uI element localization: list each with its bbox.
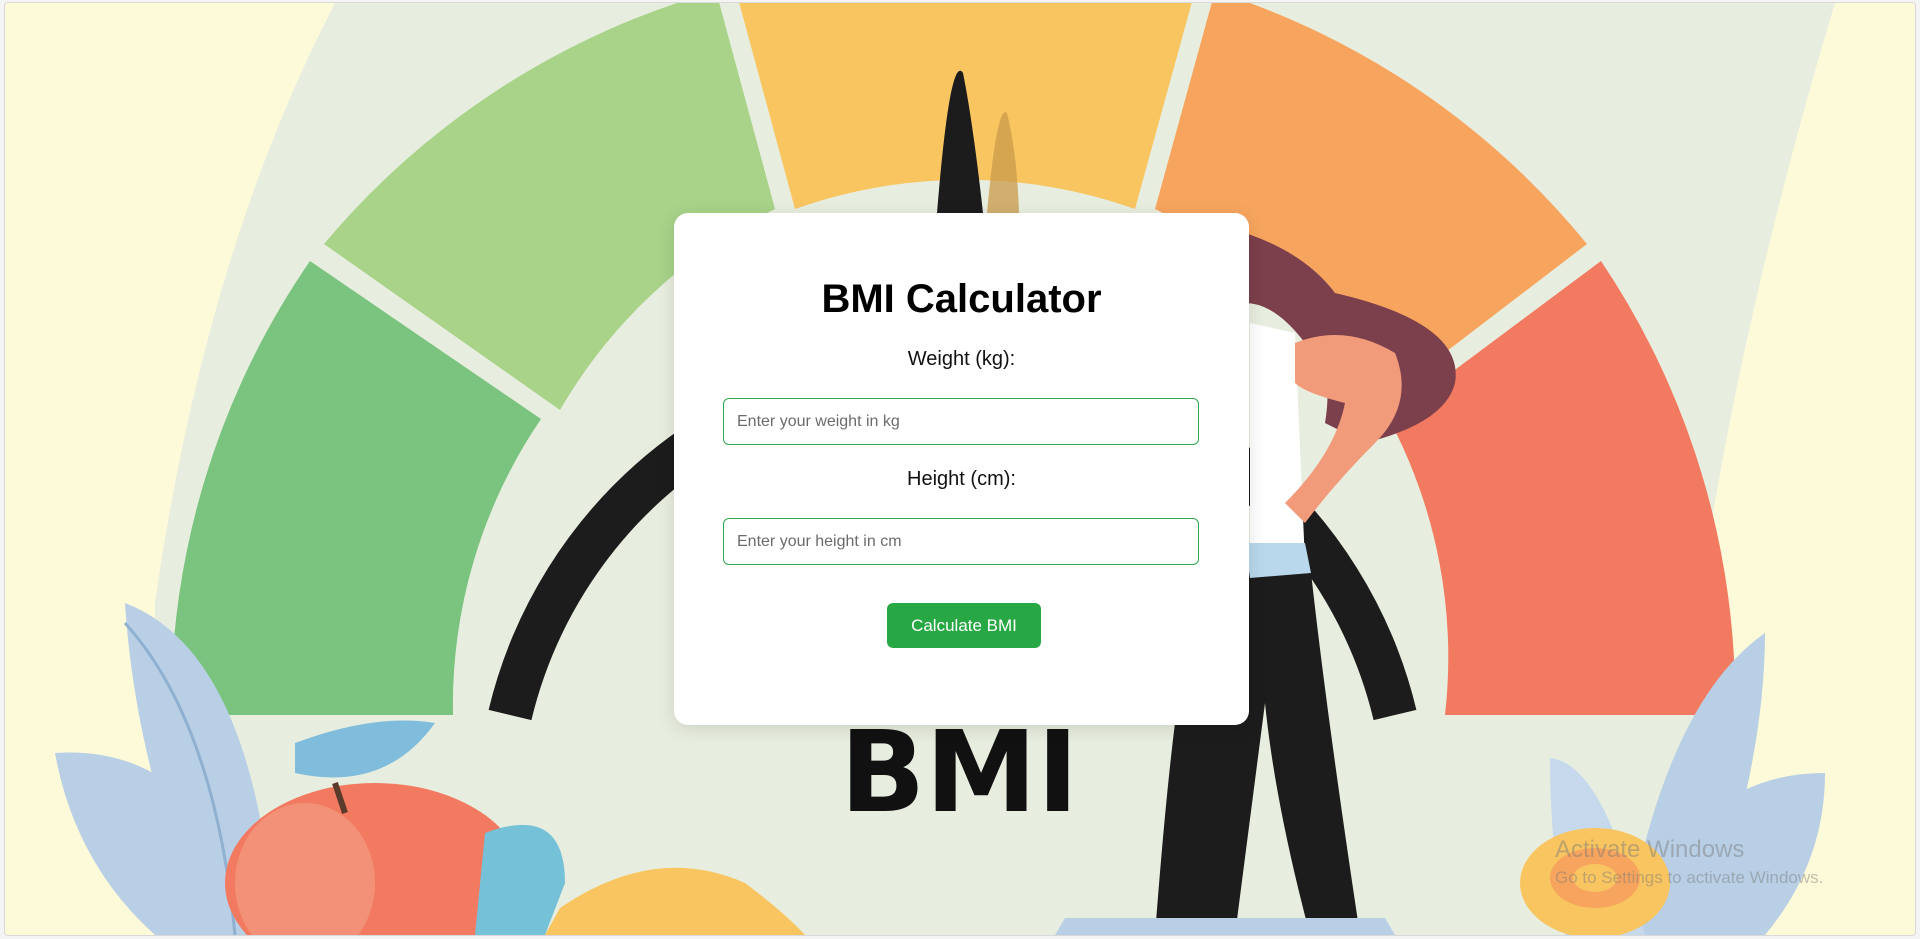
page-title: BMI Calculator bbox=[821, 277, 1102, 321]
bmi-background-text: BMI bbox=[840, 708, 1079, 838]
weight-label: Weight (kg): bbox=[907, 348, 1016, 370]
browser-viewport: BMI BMI Calculator Weight (kg): Height (… bbox=[4, 2, 1916, 936]
weight-input[interactable] bbox=[723, 398, 1199, 445]
height-input[interactable] bbox=[723, 518, 1199, 565]
watermark-title: Activate Windows bbox=[1555, 836, 1745, 863]
height-label: Height (cm): bbox=[907, 468, 1016, 490]
windows-activation-watermark: Activate Windows Go to Settings to activ… bbox=[1555, 836, 1823, 888]
bmi-calculator-card: BMI Calculator Weight (kg): Height (cm):… bbox=[674, 213, 1249, 725]
watermark-subtitle: Go to Settings to activate Windows. bbox=[1555, 868, 1824, 887]
calculate-bmi-button[interactable]: Calculate BMI bbox=[887, 603, 1041, 648]
